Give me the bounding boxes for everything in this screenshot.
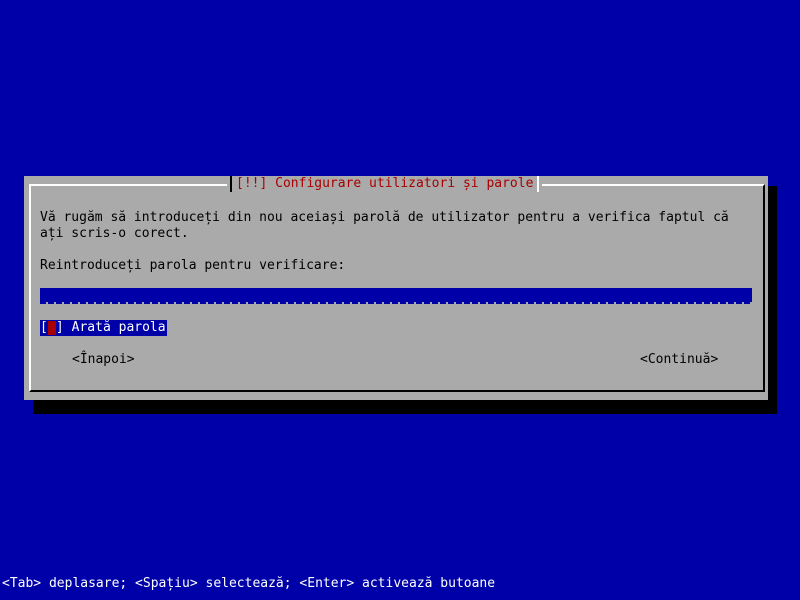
show-password-checkbox[interactable]: [ ] Arată parola xyxy=(40,320,167,336)
keyboard-help-bar: <Tab> deplasare; <Spațiu> selectează; <E… xyxy=(2,576,496,591)
back-button[interactable]: <Înapoi> xyxy=(72,352,135,368)
checkbox-box[interactable]: [ ] xyxy=(40,320,64,336)
checkbox-open-bracket: [ xyxy=(40,320,48,335)
title-right-tick xyxy=(537,176,540,192)
dialog-title-text: [!!] Configurare utilizatori și parole xyxy=(236,176,534,191)
checkbox-close-bracket: ] xyxy=(55,320,64,335)
password-prompt: Reintroduceți parola pentru verificare: xyxy=(40,258,346,273)
password-input-underline xyxy=(40,302,752,304)
password-confirm-input[interactable] xyxy=(40,288,752,302)
show-password-label: Arată parola xyxy=(71,320,166,335)
dialog-title: [!!] Configurare utilizatori și parole xyxy=(227,176,543,192)
dialog-message: Vă rugăm să introduceți din nou aceiași … xyxy=(40,210,737,241)
checkbox-cursor xyxy=(47,321,56,335)
continue-button[interactable]: <Continuă> xyxy=(640,352,718,368)
dialog: [!!] Configurare utilizatori și parole V… xyxy=(24,176,768,400)
